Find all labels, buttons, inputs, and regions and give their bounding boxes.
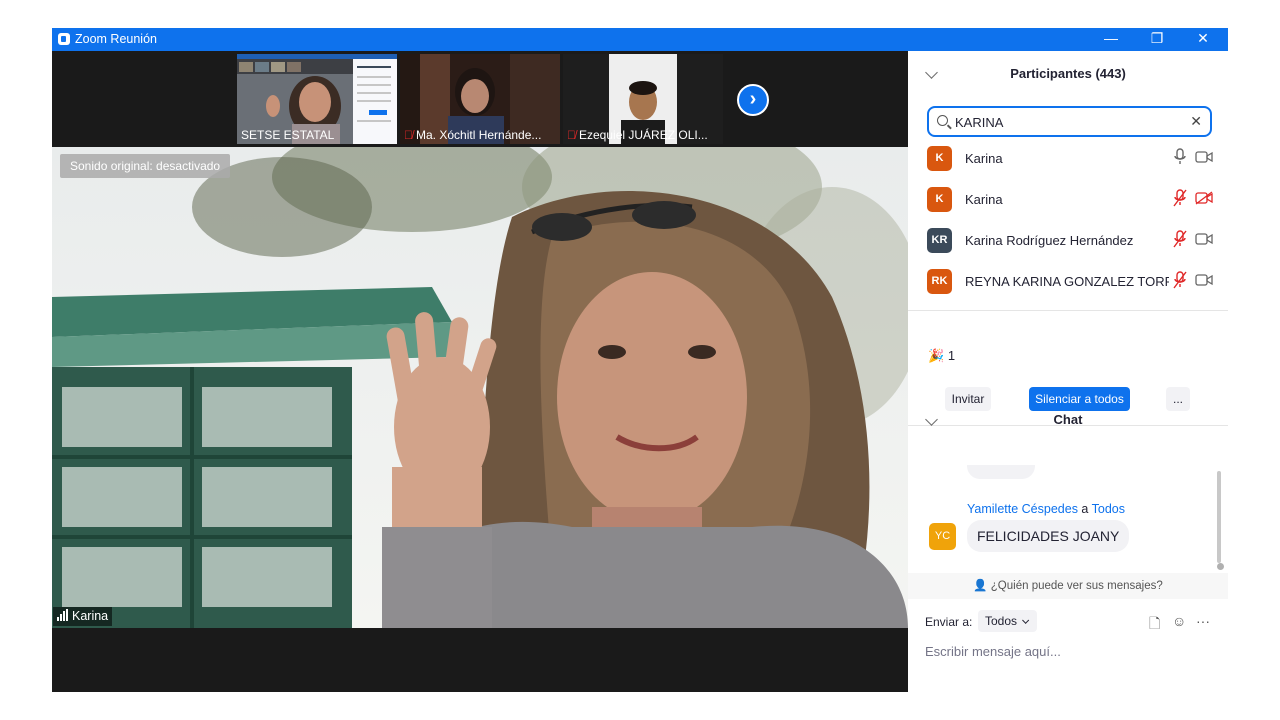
participants-title: Participantes (443) — [1010, 66, 1126, 81]
thumbnail-name-text: Ma. Xóchitl Hernánde... — [416, 128, 542, 142]
thumbnail-strip: SETSE ESTATAL 🎙̸Ma. Xóchitl Hernánde... — [52, 51, 908, 147]
chat-avatar: YC — [929, 523, 956, 550]
video-bottom-area — [52, 628, 908, 692]
participant-row[interactable]: K Karina — [908, 179, 1228, 220]
mic-muted-icon: 🎙̸ — [567, 128, 576, 142]
more-options-button[interactable]: ... — [1166, 387, 1190, 411]
chat-scroll-down-arrow[interactable] — [1217, 563, 1224, 570]
avatar: K — [927, 146, 952, 171]
participant-row[interactable]: KR Karina Rodríguez Hernández — [908, 220, 1228, 261]
chat-recipient[interactable]: Todos — [1092, 502, 1125, 516]
celebration-icon: 🎉 — [928, 348, 945, 363]
thumbnail-name-text: SETSE ESTATAL — [241, 128, 335, 142]
chat-title: Chat — [1053, 412, 1083, 427]
main-video: Sonido original: desactivado Karina — [52, 147, 908, 628]
chat-scrollbar[interactable] — [1217, 471, 1221, 563]
original-sound-badge[interactable]: Sonido original: desactivado — [60, 154, 231, 178]
mic-muted-icon[interactable] — [1173, 189, 1187, 207]
avatar: KR — [927, 228, 952, 253]
zoom-window: Zoom Reunión — ❐ ✕ SETSE ESTATAL 🎙̸ Ma. … — [52, 28, 1228, 692]
chat-message-bubble: FELICIDADES JOANY — [967, 520, 1130, 552]
send-to-dropdown[interactable]: Todos — [978, 610, 1037, 632]
chat-messages[interactable]: Yamilette Céspedes a Todos YC FELICIDADE… — [908, 465, 1228, 573]
mute-all-button[interactable]: Silenciar a todos — [1029, 387, 1130, 411]
clear-search-icon[interactable]: ✕ — [1190, 113, 1202, 130]
participant-search[interactable]: ✕ — [927, 106, 1212, 137]
chat-message-input[interactable] — [925, 640, 1215, 662]
title-bar: Zoom Reunión — ❐ ✕ — [52, 28, 1228, 51]
chat-connector: a — [1081, 502, 1089, 516]
participant-name: Karina Rodríguez Hernández — [965, 233, 1134, 248]
video-off-icon[interactable] — [1195, 191, 1213, 205]
speaker-name-label: Karina — [53, 607, 113, 626]
reaction-count: 🎉 1 — [928, 348, 955, 364]
chat-sender-name[interactable]: Yamilette Céspedes — [967, 502, 1078, 516]
file-icon[interactable]: 🗋 — [1149, 613, 1160, 637]
reaction-count-text: 1 — [947, 348, 956, 363]
thumbnail-name: 🎙̸ Ezequiel JUÁREZ OLI... — [567, 128, 708, 142]
previous-message-bubble — [967, 465, 1035, 479]
speaker-video-feed — [52, 147, 908, 628]
next-page-button[interactable]: › — [737, 84, 769, 116]
mic-muted-icon[interactable] — [1173, 230, 1187, 248]
speaker-name-text: Karina — [72, 609, 109, 623]
search-icon — [937, 115, 948, 126]
minimize-button[interactable]: — — [1088, 28, 1134, 51]
invite-button[interactable]: Invitar — [945, 387, 991, 411]
avatar: RK — [927, 269, 952, 294]
signal-strength-icon — [57, 609, 69, 624]
mic-muted-icon: 🎙̸ — [404, 128, 413, 142]
participant-name: Karina — [965, 151, 1003, 166]
video-area: SETSE ESTATAL 🎙̸Ma. Xóchitl Hernánde... — [52, 51, 908, 692]
emoji-icon[interactable]: ☺ — [1172, 613, 1186, 629]
participant-name: REYNA KARINA GONZALEZ TORR... — [965, 274, 1169, 289]
video-icon[interactable] — [1195, 232, 1213, 246]
thumbnail-name: 🎙̸ Ma. Xóchitl Hernánde... — [404, 128, 541, 142]
participant-thumbnail[interactable]: SETSE ESTATAL — [237, 54, 397, 144]
privacy-text: ¿Quién puede ver sus mensajes? — [990, 580, 1163, 592]
zoom-logo-icon — [58, 33, 70, 45]
participant-row[interactable]: K Karina — [908, 138, 1228, 179]
window-title: Zoom Reunión — [75, 32, 157, 46]
send-to-label: Enviar a: — [925, 615, 973, 629]
video-icon[interactable] — [1195, 273, 1213, 287]
restore-button[interactable]: ❐ — [1134, 28, 1180, 51]
chat-message-header: Yamilette Céspedes a Todos — [967, 502, 1125, 516]
divider — [908, 310, 1228, 311]
mic-muted-icon[interactable] — [1173, 271, 1187, 289]
close-window-button[interactable]: ✕ — [1180, 28, 1226, 51]
participant-name: Karina — [965, 192, 1003, 207]
search-input[interactable] — [955, 112, 1180, 132]
mic-on-icon[interactable] — [1173, 148, 1187, 166]
video-icon[interactable] — [1195, 150, 1213, 164]
chevron-down-icon — [1022, 616, 1030, 624]
people-icon: 👤 — [973, 580, 988, 592]
side-panel: Participantes (443) ✕ K Karina K Karina — [908, 51, 1228, 692]
participant-thumbnail[interactable]: 🎙̸ Ezequiel JUÁREZ OLI... — [563, 54, 723, 144]
more-icon[interactable]: ··· — [1196, 613, 1210, 629]
avatar: K — [927, 187, 952, 212]
chat-privacy-link[interactable]: 👤 ¿Quién puede ver sus mensajes? — [908, 573, 1228, 599]
thumbnail-name-text: Ezequiel JUÁREZ OLI... — [579, 128, 708, 142]
participant-thumbnail[interactable]: 🎙̸ Ma. Xóchitl Hernánde... — [400, 54, 560, 144]
participant-row[interactable]: RK REYNA KARINA GONZALEZ TORR... — [908, 261, 1228, 302]
thumbnail-name: SETSE ESTATAL — [241, 128, 334, 142]
send-to-value: Todos — [985, 614, 1018, 628]
